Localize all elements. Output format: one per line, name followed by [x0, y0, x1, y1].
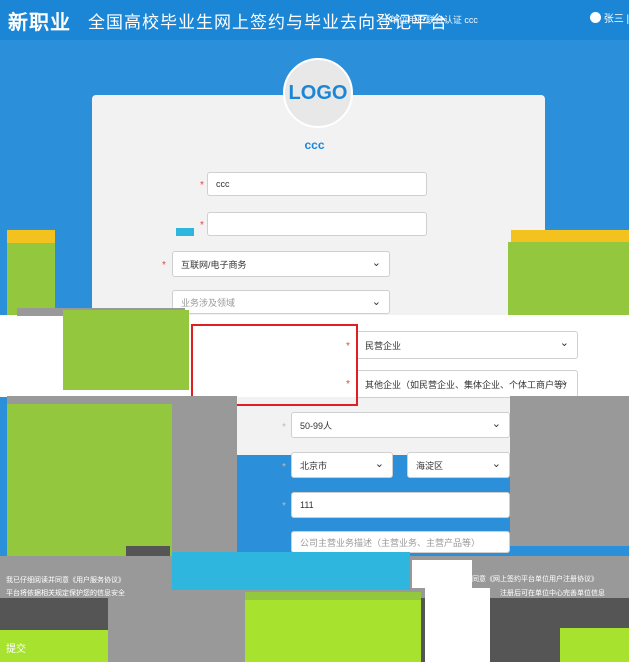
company-name-heading: ccc	[304, 138, 325, 152]
glitch-block	[560, 628, 629, 662]
user-name: 张三 | 退	[603, 14, 629, 25]
credit-code-input[interactable]	[207, 212, 427, 236]
ownership-value: 民营企业	[365, 340, 402, 351]
address-input[interactable]: 111	[291, 492, 510, 518]
glitch-block	[7, 230, 55, 243]
glitch-block	[245, 592, 421, 600]
business-field-select[interactable]: 业务涉及领域	[172, 290, 390, 314]
header-subtitle: | 单位用户联合认证 ccc	[385, 15, 478, 25]
glitch-block	[63, 310, 189, 390]
company-logo-avatar[interactable]: LOGO	[283, 58, 353, 128]
company-size-select[interactable]: 50-99人	[291, 412, 510, 438]
highlight-box	[191, 324, 358, 406]
company-name-value: ccc	[216, 179, 230, 189]
province-select[interactable]: 北京市	[291, 452, 393, 478]
address-value: 111	[300, 500, 314, 510]
required-marker: *	[200, 220, 204, 231]
agreement-radio[interactable]	[425, 574, 434, 583]
logo-placeholder-text: LOGO	[288, 81, 348, 104]
glitch-block	[7, 404, 172, 558]
glitch-block	[7, 243, 55, 315]
glitch-block	[172, 552, 410, 590]
glitch-block	[176, 228, 194, 236]
required-marker: *	[162, 260, 166, 271]
required-marker: *	[200, 180, 204, 191]
top-header: 新职业 全国高校毕业生网上签约与毕业去向登记平台 | 单位用户联合认证 ccc …	[0, 0, 629, 40]
ownership-sub-value: 其他企业（如民营企业、集体企业、个体工商户等）	[365, 379, 573, 390]
register-hint-note: 注册后可在单位中心完善单位信息	[500, 590, 605, 597]
submit-button[interactable]: 提交	[0, 630, 108, 662]
submit-label: 提交	[6, 644, 26, 655]
glitch-block	[126, 546, 170, 556]
industry-value: 互联网/电子商务	[181, 259, 247, 270]
register-agreement-note: 我已阅读并同意《网上签约平台单位用户注册协议》	[437, 576, 598, 583]
company-size-value: 50-99人	[300, 420, 333, 431]
user-icon	[590, 12, 601, 23]
business-placeholder: 业务涉及领域	[181, 297, 236, 308]
glitch-block	[425, 588, 490, 662]
required-marker: *	[282, 501, 286, 512]
description-placeholder: 公司主营业务描述（主营业务、主营产品等）	[300, 537, 481, 548]
glitch-block	[511, 230, 629, 242]
agreement-note: 我已仔细阅读并同意《用户服务协议》	[6, 577, 125, 584]
platform-logo[interactable]: 新职业	[8, 6, 71, 35]
glitch-block	[510, 396, 629, 546]
required-marker: *	[282, 422, 286, 433]
district-value: 海淀区	[416, 460, 444, 471]
required-marker: *	[282, 462, 286, 473]
industry-select[interactable]: 互联网/电子商务	[172, 251, 390, 277]
company-name-input[interactable]: ccc	[207, 172, 427, 196]
glitch-block	[508, 242, 629, 315]
glitch-block	[108, 598, 248, 662]
ownership-select[interactable]: 民营企业	[356, 331, 578, 359]
ownership-sub-select[interactable]: 其他企业（如民营企业、集体企业、个体工商户等）	[356, 370, 578, 398]
glitch-block	[245, 600, 421, 662]
business-description-input[interactable]: 公司主营业务描述（主营业务、主营产品等）	[291, 531, 510, 553]
privacy-note: 平台将依据相关规定保护您的信息安全	[6, 590, 125, 597]
user-menu[interactable]: 张三 | 退	[590, 10, 629, 25]
province-value: 北京市	[300, 460, 328, 471]
district-select[interactable]: 海淀区	[407, 452, 510, 478]
